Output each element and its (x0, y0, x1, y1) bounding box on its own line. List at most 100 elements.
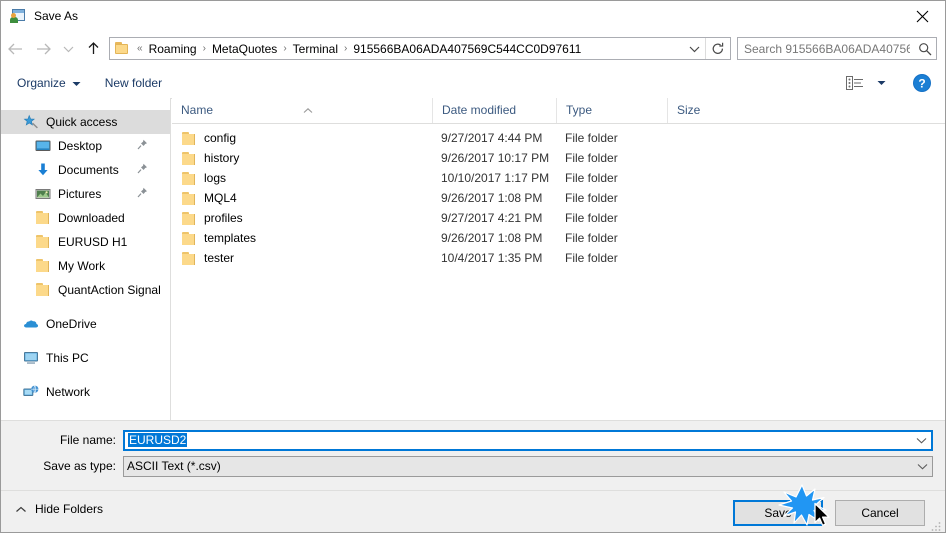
table-row[interactable]: history 9/26/2017 10:17 PM File folder (172, 148, 945, 168)
address-chevron-down-icon[interactable] (683, 38, 705, 59)
sidebar-item-quick-access[interactable]: Quick access (1, 110, 170, 134)
file-name-cell: tester (172, 251, 432, 266)
pin-icon[interactable] (137, 139, 148, 153)
toolbar-view-controls: ? (843, 72, 933, 94)
sidebar-item-desktop[interactable]: Desktop (1, 134, 170, 158)
save-as-type-value: ASCII Text (*.csv) (127, 459, 221, 473)
file-name-cell: history (172, 151, 432, 166)
up-icon[interactable] (79, 36, 107, 62)
navigation-bar: « Roaming › MetaQuotes › Terminal › 9155… (1, 31, 945, 66)
file-type-cell: File folder (565, 251, 618, 265)
breadcrumb-prefix: « (137, 43, 143, 54)
organize-button[interactable]: Organize (9, 73, 89, 93)
sidebar-item-label: Pictures (58, 187, 102, 201)
hide-folders-button[interactable]: Hide Folders (15, 502, 103, 516)
file-name-value: EURUSD2 (128, 433, 188, 447)
view-chevron-down-icon[interactable] (869, 73, 893, 93)
sidebar-item-label: My Work (58, 259, 106, 273)
back-icon[interactable] (1, 36, 29, 62)
file-name: profiles (204, 211, 243, 225)
table-row[interactable]: profiles 9/27/2017 4:21 PM File folder (172, 208, 945, 228)
cancel-button[interactable]: Cancel (835, 500, 925, 526)
folder-icon (115, 41, 131, 56)
file-name-combo[interactable]: EURUSD2 (123, 429, 933, 451)
help-icon[interactable]: ? (911, 72, 933, 94)
save-form: File name: EURUSD2 Save as type: ASCII T… (1, 420, 945, 491)
file-type-cell: File folder (565, 151, 618, 165)
breadcrumb-separator: › (202, 43, 206, 54)
refresh-icon[interactable] (705, 38, 730, 59)
table-row[interactable]: MQL4 9/26/2017 1:08 PM File folder (172, 188, 945, 208)
file-type-cell: File folder (565, 231, 618, 245)
recent-locations-chevron-down-icon[interactable] (57, 36, 79, 62)
breadcrumb-item-3[interactable]: 915566BA06ADA407569C544CC0D97611 (350, 40, 584, 58)
save-button[interactable]: Save (733, 500, 823, 526)
file-name-cell: MQL4 (172, 191, 432, 206)
column-header-date-modified[interactable]: Date modified (432, 98, 556, 123)
sidebar-item-onedrive[interactable]: OneDrive (1, 312, 170, 336)
sort-ascending-icon (302, 98, 314, 123)
navigation-sidebar[interactable]: Quick access Desktop Documents Pictures … (1, 98, 171, 420)
sidebar-item-label: Quick access (46, 115, 118, 129)
file-date-cell: 9/26/2017 1:08 PM (441, 191, 543, 205)
sidebar-item-documents[interactable]: Documents (1, 158, 170, 182)
file-type-cell: File folder (565, 171, 618, 185)
view-list-icon[interactable] (843, 73, 867, 93)
file-name: MQL4 (204, 191, 237, 205)
sidebar-item-this-pc[interactable]: This PC (1, 346, 170, 370)
sidebar-item-label: EURUSD H1 (58, 235, 128, 249)
sidebar-item-label: Downloaded (58, 211, 125, 225)
file-rows: config 9/27/2017 4:44 PM File folder his… (172, 124, 945, 268)
table-row[interactable]: logs 10/10/2017 1:17 PM File folder (172, 168, 945, 188)
resize-grip[interactable] (930, 520, 942, 532)
chevron-down-icon (72, 76, 81, 90)
sidebar-item-my-work[interactable]: My Work (1, 254, 170, 278)
sidebar-item-quantaction-signal[interactable]: QuantAction Signal (1, 278, 170, 302)
file-name-label: File name: (59, 433, 116, 447)
column-header-name[interactable]: Name (172, 98, 432, 123)
sidebar-item-pictures[interactable]: Pictures (1, 182, 170, 206)
table-row[interactable]: config 9/27/2017 4:44 PM File folder (172, 128, 945, 148)
hide-folders-label: Hide Folders (35, 502, 104, 516)
folder-icon (181, 171, 197, 186)
pin-icon[interactable] (137, 163, 148, 177)
address-bar[interactable]: « Roaming › MetaQuotes › Terminal › 9155… (109, 37, 731, 60)
file-name-chevron-down-icon[interactable] (911, 437, 931, 444)
forward-icon[interactable] (29, 36, 57, 62)
breadcrumb-item-1[interactable]: MetaQuotes (209, 40, 280, 58)
pin-icon[interactable] (137, 187, 148, 201)
sidebar-item-network[interactable]: Network (1, 380, 170, 404)
breadcrumb-separator: › (283, 43, 287, 54)
new-folder-button[interactable]: New folder (97, 73, 170, 93)
file-name-input[interactable]: EURUSD2 (125, 433, 911, 447)
table-row[interactable]: tester 10/4/2017 1:35 PM File folder (172, 248, 945, 268)
desktop-icon (35, 138, 51, 154)
column-header-type[interactable]: Type (556, 98, 667, 123)
sidebar-item-label: Documents (58, 163, 119, 177)
search-box[interactable] (737, 37, 937, 60)
sidebar-item-downloaded[interactable]: Downloaded (1, 206, 170, 230)
dialog-footer: Hide Folders Save Cancel (1, 490, 945, 532)
search-input[interactable] (738, 41, 914, 56)
table-row[interactable]: templates 9/26/2017 1:08 PM File folder (172, 228, 945, 248)
save-as-type-chevron-down-icon[interactable] (912, 463, 932, 470)
file-date-cell: 9/26/2017 10:17 PM (441, 151, 550, 165)
sidebar-item-eurusd-h1[interactable]: EURUSD H1 (1, 230, 170, 254)
file-list[interactable]: Name Date modified Type Size config 9/27… (172, 98, 945, 420)
save-as-type-combo[interactable]: ASCII Text (*.csv) (123, 455, 933, 477)
sidebar-item-label: OneDrive (46, 317, 97, 331)
this-pc-icon (23, 350, 39, 366)
sidebar-item-label: This PC (46, 351, 89, 365)
folder-icon (35, 210, 51, 226)
file-name-cell: templates (172, 231, 432, 246)
breadcrumb: « Roaming › MetaQuotes › Terminal › 9155… (134, 40, 683, 58)
close-icon[interactable] (899, 1, 945, 31)
file-name-row: File name: EURUSD2 (1, 429, 945, 451)
breadcrumb-item-0[interactable]: Roaming (146, 40, 200, 58)
breadcrumb-item-2[interactable]: Terminal (290, 40, 341, 58)
folder-icon (181, 151, 197, 166)
folder-icon (181, 231, 197, 246)
column-header-label: Type (566, 103, 593, 117)
column-header-size[interactable]: Size (667, 98, 747, 123)
